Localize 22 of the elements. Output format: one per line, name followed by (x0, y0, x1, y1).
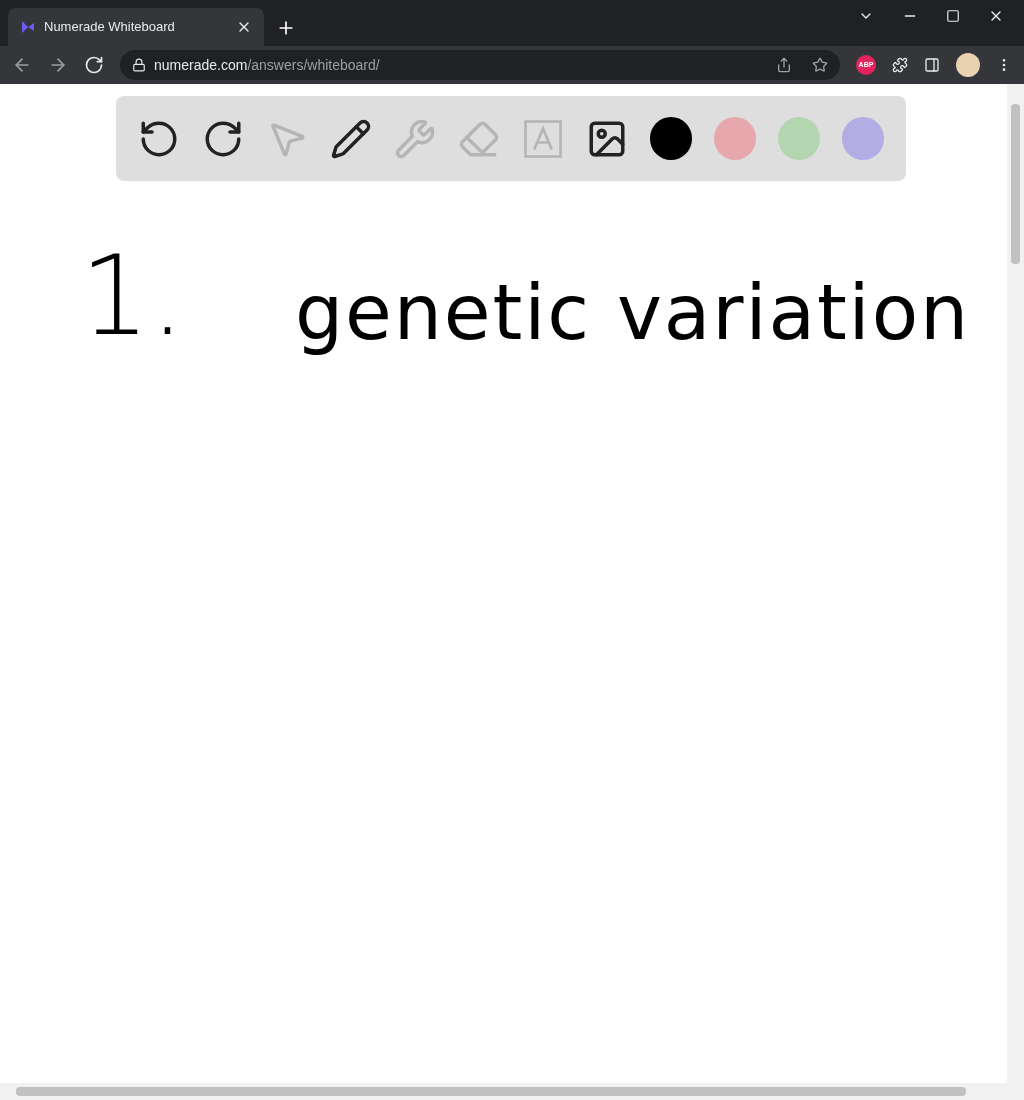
logo-icon (20, 19, 36, 35)
address-field[interactable]: numerade.com/answers/whiteboard/ (120, 50, 840, 80)
color-swatch[interactable] (842, 117, 884, 160)
color-swatch[interactable] (714, 117, 756, 160)
avatar[interactable] (956, 53, 980, 77)
color-swatch[interactable] (778, 117, 820, 160)
browser-tab[interactable]: Numerade Whiteboard (8, 8, 264, 46)
text-box-icon (522, 117, 564, 160)
url-domain: numerade.com (154, 56, 248, 73)
lock-icon (132, 58, 146, 72)
extensions-icon[interactable] (892, 57, 908, 73)
wrench-icon (394, 117, 436, 160)
url-path: /answers/whiteboard/ (247, 56, 380, 73)
reload-icon[interactable] (84, 55, 104, 75)
handwritten-number: 1. (80, 241, 185, 351)
pencil-icon (330, 117, 372, 160)
tab-title: Numerade Whiteboard (44, 18, 176, 37)
share-icon[interactable] (776, 57, 792, 73)
maximize-icon[interactable] (946, 9, 960, 23)
side-panel-icon[interactable] (924, 57, 940, 73)
bookmark-icon[interactable] (812, 57, 828, 73)
color-swatch[interactable] (650, 117, 692, 160)
